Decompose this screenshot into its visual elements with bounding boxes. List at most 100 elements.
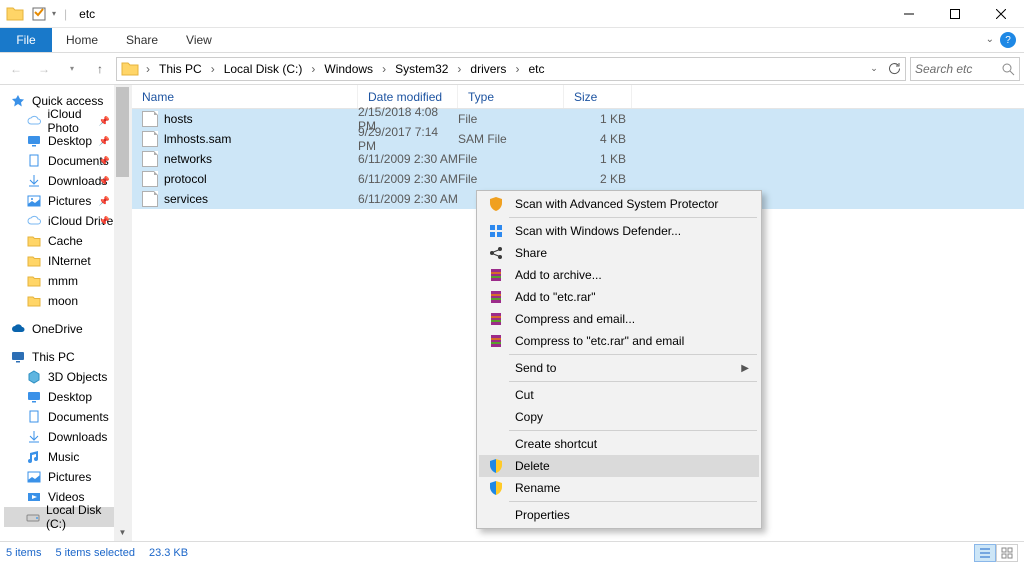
breadcrumb-segment[interactable]: drivers <box>466 62 510 76</box>
status-bar: 5 items 5 items selected 23.3 KB <box>0 541 1024 563</box>
file-row[interactable]: hosts2/15/2018 4:08 PMFile1 KB <box>132 109 1024 129</box>
tree-item-local-disk[interactable]: Local Disk (C:) <box>4 507 114 527</box>
tree-onedrive[interactable]: OneDrive <box>4 319 114 339</box>
column-type[interactable]: Type <box>458 85 564 108</box>
tree-label: OneDrive <box>32 322 83 336</box>
chevron-right-icon[interactable]: › <box>510 62 524 76</box>
tree-item-desktop[interactable]: Desktop📌 <box>4 131 114 151</box>
cm-compress-email[interactable]: Compress and email... <box>479 308 759 330</box>
search-input[interactable]: Search etc <box>910 57 1020 81</box>
tree-label: Cache <box>48 234 83 248</box>
tab-home[interactable]: Home <box>52 28 112 52</box>
tree-item-folder[interactable]: Cache <box>4 231 114 251</box>
column-name[interactable]: Name <box>132 85 358 108</box>
uac-shield-icon <box>487 457 505 475</box>
tab-view[interactable]: View <box>172 28 226 52</box>
tree-item-pictures[interactable]: Pictures📌 <box>4 191 114 211</box>
chevron-right-icon[interactable]: › <box>206 62 220 76</box>
cm-rename[interactable]: Rename <box>479 477 759 499</box>
cm-label: Scan with Advanced System Protector <box>515 197 718 211</box>
tree-item-music[interactable]: Music <box>4 447 114 467</box>
cm-cut[interactable]: Cut <box>479 384 759 406</box>
tree-item-documents[interactable]: Documents <box>4 407 114 427</box>
tree-item-downloads[interactable]: Downloads <box>4 427 114 447</box>
tree-label: Downloads <box>48 430 107 444</box>
tree-item-3d-objects[interactable]: 3D Objects <box>4 367 114 387</box>
minimize-button[interactable] <box>886 0 932 27</box>
cm-scan-asp[interactable]: Scan with Advanced System Protector <box>479 193 759 215</box>
breadcrumb-segment[interactable]: Windows <box>320 62 377 76</box>
music-icon <box>26 449 42 465</box>
cloud-icon <box>26 113 41 129</box>
downloads-icon <box>26 429 42 445</box>
breadcrumb-segment[interactable]: Local Disk (C:) <box>220 62 307 76</box>
breadcrumb[interactable]: › This PC› Local Disk (C:)› Windows› Sys… <box>116 57 906 81</box>
file-icon <box>142 131 158 147</box>
chevron-right-icon[interactable]: › <box>141 62 155 76</box>
maximize-button[interactable] <box>932 0 978 27</box>
nav-history-dropdown[interactable]: ▾ <box>60 57 84 81</box>
refresh-icon[interactable] <box>885 60 903 78</box>
tree-item-pictures[interactable]: Pictures <box>4 467 114 487</box>
cm-add-archive[interactable]: Add to archive... <box>479 264 759 286</box>
nav-back-button[interactable]: ← <box>4 57 28 81</box>
file-row[interactable]: lmhosts.sam9/29/2017 7:14 PMSAM File4 KB <box>132 129 1024 149</box>
file-modified: 6/11/2009 2:30 AM <box>358 192 458 206</box>
tree-item-folder[interactable]: mmm <box>4 271 114 291</box>
view-large-button[interactable] <box>996 544 1018 562</box>
drive-icon <box>26 509 40 525</box>
tree-item-downloads[interactable]: Downloads📌 <box>4 171 114 191</box>
nav-forward-button[interactable]: → <box>32 57 56 81</box>
pin-icon: 📌 <box>99 116 110 127</box>
file-row[interactable]: networks6/11/2009 2:30 AMFile1 KB <box>132 149 1024 169</box>
cm-label: Delete <box>515 459 550 473</box>
tree-item-folder[interactable]: moon <box>4 291 114 311</box>
chevron-right-icon[interactable]: › <box>306 62 320 76</box>
tree-item-folder[interactable]: INternet <box>4 251 114 271</box>
cm-share[interactable]: Share <box>479 242 759 264</box>
file-type: File <box>458 112 564 126</box>
nav-up-button[interactable]: ↑ <box>88 57 112 81</box>
breadcrumb-dropdown-icon[interactable]: ⌄ <box>865 60 883 78</box>
tree-label: Pictures <box>48 194 91 208</box>
tree-this-pc[interactable]: This PC <box>4 347 114 367</box>
file-type: SAM File <box>458 132 564 146</box>
file-name: hosts <box>164 112 193 126</box>
cm-add-etc-rar[interactable]: Add to "etc.rar" <box>479 286 759 308</box>
cm-delete[interactable]: Delete <box>479 455 759 477</box>
cm-send-to[interactable]: Send to▶ <box>479 357 759 379</box>
cm-label: Create shortcut <box>515 437 597 451</box>
scroll-down-icon[interactable]: ▼ <box>114 524 131 541</box>
scroll-thumb[interactable] <box>116 87 129 177</box>
tab-share[interactable]: Share <box>112 28 172 52</box>
qat-dropdown-icon[interactable]: ▾ <box>52 9 56 18</box>
file-modified: 6/11/2009 2:30 AM <box>358 172 458 186</box>
cm-create-shortcut[interactable]: Create shortcut <box>479 433 759 455</box>
breadcrumb-segment[interactable]: This PC <box>155 62 206 76</box>
tree-item-icloud-photo[interactable]: iCloud Photo📌 <box>4 111 114 131</box>
tree-item-desktop[interactable]: Desktop <box>4 387 114 407</box>
column-size[interactable]: Size <box>564 85 632 108</box>
tab-file[interactable]: File <box>0 28 52 52</box>
cm-properties[interactable]: Properties <box>479 504 759 526</box>
tree-item-documents[interactable]: Documents📌 <box>4 151 114 171</box>
tree-item-icloud-drive[interactable]: iCloud Drive📌 <box>4 211 114 231</box>
cm-scan-defender[interactable]: Scan with Windows Defender... <box>479 220 759 242</box>
chevron-right-icon[interactable]: › <box>377 62 391 76</box>
help-icon[interactable]: ? <box>1000 32 1016 48</box>
ribbon-expand-icon[interactable]: ⌄ <box>986 34 994 45</box>
tree-scrollbar[interactable]: ▲ ▼ <box>114 85 131 541</box>
chevron-right-icon[interactable]: › <box>452 62 466 76</box>
breadcrumb-segment[interactable]: etc <box>524 62 548 76</box>
tree-label: 3D Objects <box>48 370 107 384</box>
cm-copy[interactable]: Copy <box>479 406 759 428</box>
cm-label: Cut <box>515 388 534 402</box>
cm-compress-etc-email[interactable]: Compress to "etc.rar" and email <box>479 330 759 352</box>
breadcrumb-segment[interactable]: System32 <box>391 62 452 76</box>
qat-props-icon[interactable] <box>32 7 46 21</box>
file-row[interactable]: protocol6/11/2009 2:30 AMFile2 KB <box>132 169 1024 189</box>
file-modified: 6/11/2009 2:30 AM <box>358 152 458 166</box>
close-button[interactable] <box>978 0 1024 27</box>
file-name: lmhosts.sam <box>164 132 231 146</box>
view-details-button[interactable] <box>974 544 996 562</box>
